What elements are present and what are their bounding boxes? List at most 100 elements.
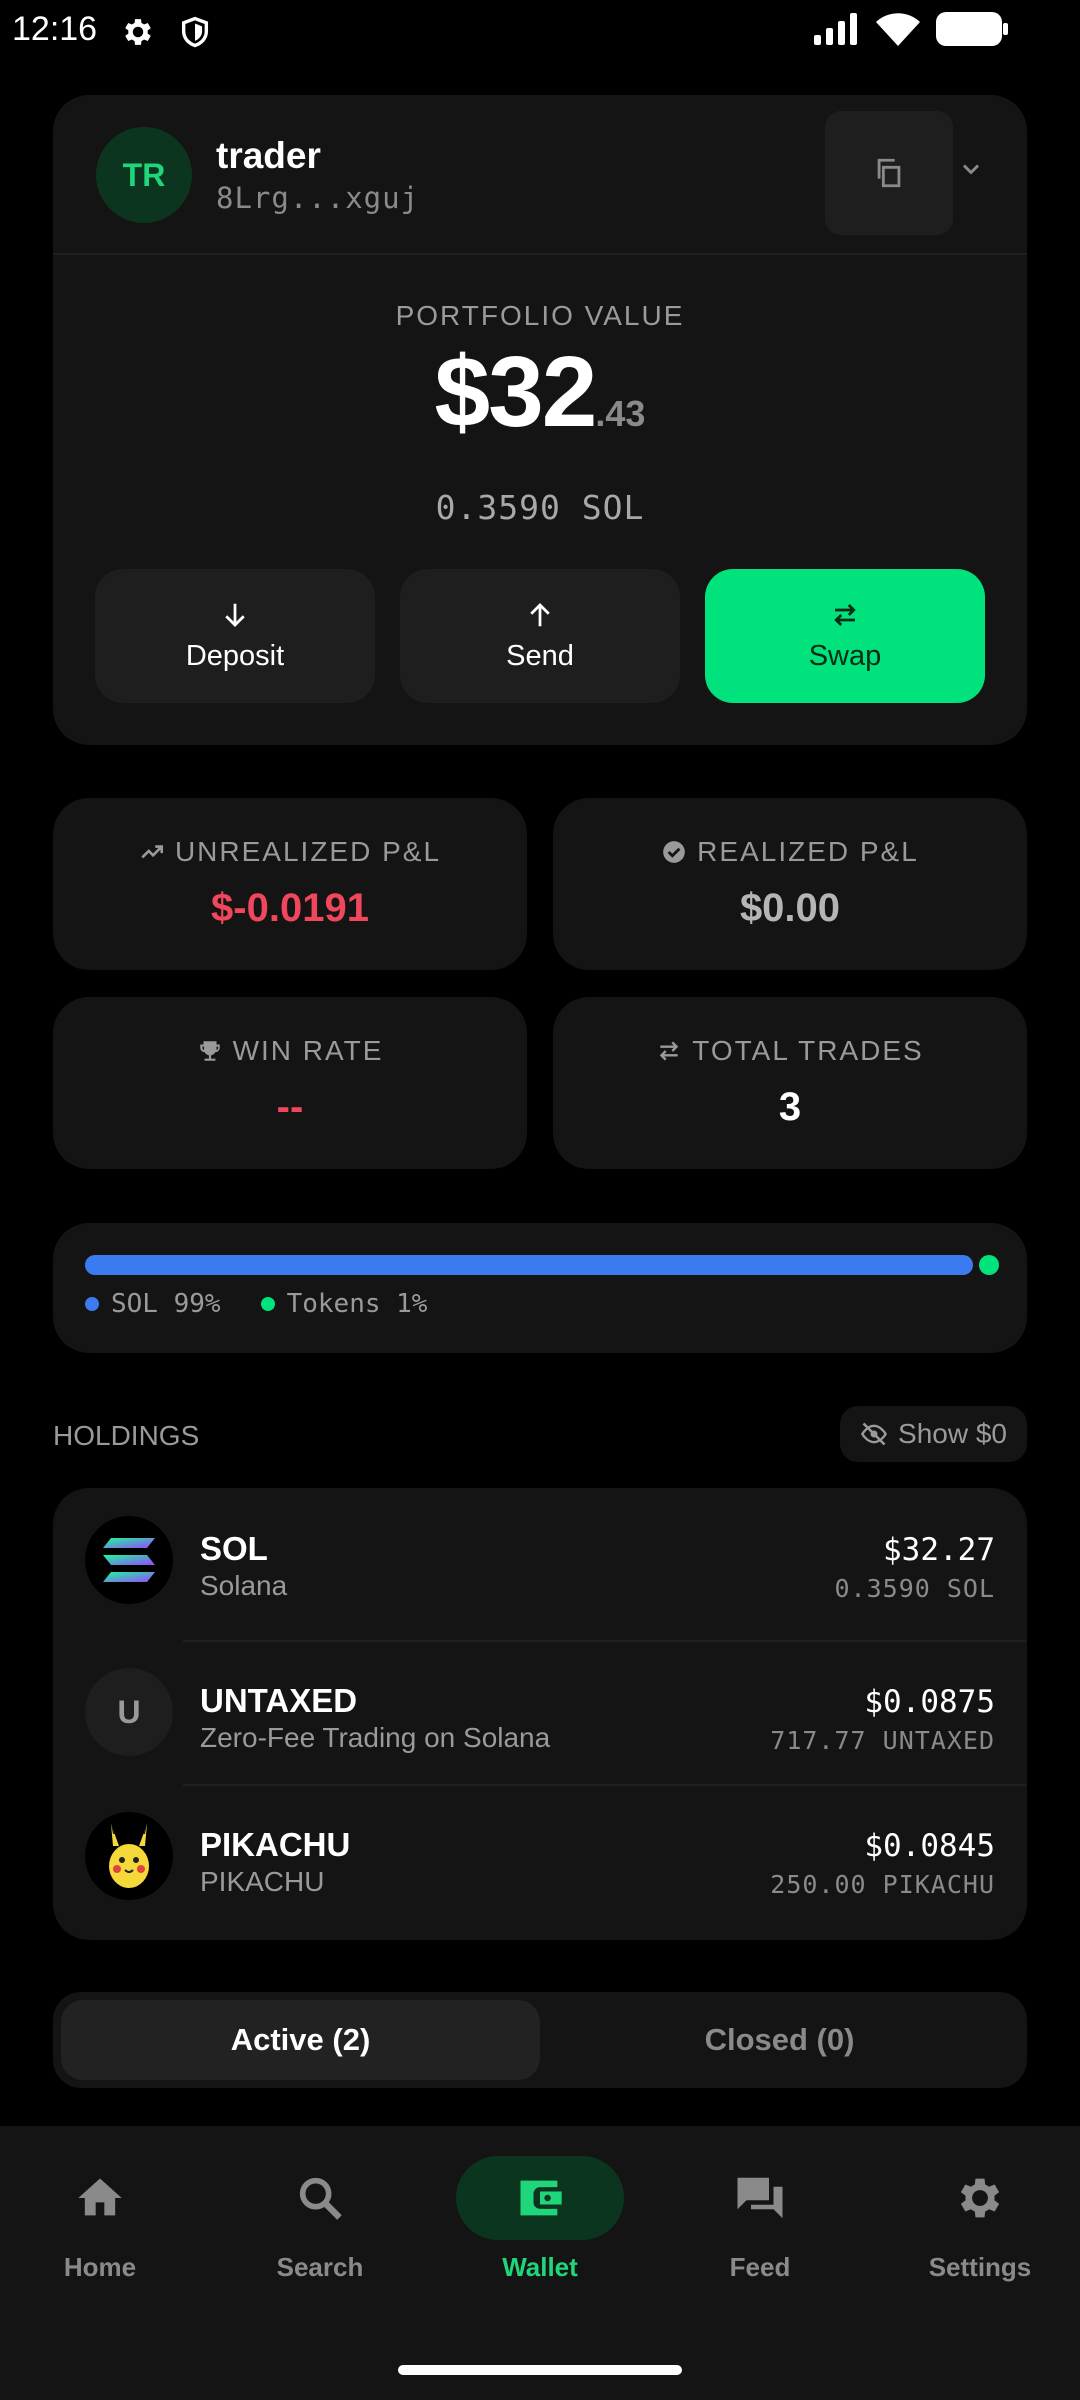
deposit-button[interactable]: Deposit [95, 569, 375, 703]
pikachu-icon [85, 1812, 173, 1900]
token-usd-value: $32.27 [883, 1532, 995, 1568]
unrealized-pnl-card: UNREALIZED P&L $-0.0191 [53, 798, 527, 970]
unrealized-pnl-value: $-0.0191 [211, 886, 369, 930]
copy-icon [877, 158, 901, 188]
chevron-down-icon [962, 164, 980, 175]
check-circle-icon [663, 841, 686, 863]
letter-icon: U [85, 1668, 173, 1756]
token-name: SOL [200, 1530, 268, 1567]
allocation-legend: SOL 99% Tokens 1% [85, 1289, 427, 1319]
unrealized-pnl-label: UNREALIZED P&L [174, 836, 442, 867]
win-rate-header: WIN RATE [53, 1035, 527, 1067]
total-trades-value: 3 [778, 1085, 802, 1129]
send-label: Send [506, 639, 574, 672]
token-usd-value: $0.0845 [864, 1828, 995, 1864]
token-name: PIKACHU [200, 1826, 351, 1863]
status-time: 12:16 [12, 10, 98, 48]
avatar: TR [96, 127, 192, 223]
holding-row-untaxed[interactable]: U UNTAXED Zero-Fee Trading on Solana $0.… [53, 1640, 1027, 1784]
token-name: UNTAXED [200, 1682, 358, 1719]
search-icon [236, 2156, 404, 2240]
copy-address-button[interactable] [825, 111, 953, 235]
allocation-bar-tokens [979, 1255, 999, 1275]
unrealized-pnl-header: UNREALIZED P&L [53, 836, 527, 868]
show-zero-label: Show $0 [898, 1418, 1007, 1449]
home-indicator[interactable] [398, 2365, 682, 2375]
row-divider [183, 1640, 1027, 1642]
deposit-label: Deposit [185, 639, 285, 672]
nav-wallet-label: Wallet [502, 2252, 578, 2282]
holdings-title: HOLDINGS [53, 1420, 200, 1451]
nav-home[interactable]: Home [10, 2156, 190, 2283]
account-switch-dropdown[interactable] [957, 155, 985, 188]
allocation-bar-sol [85, 1255, 973, 1275]
nav-search[interactable]: Search [230, 2156, 410, 2283]
token-subtitle: Solana [200, 1570, 288, 1601]
trending-up-icon [141, 845, 164, 859]
realized-pnl-label: REALIZED P&L [697, 836, 919, 867]
win-rate-label: WIN RATE [232, 1035, 384, 1066]
token-amount: 0.3590 SOL [834, 1574, 995, 1603]
holding-row-sol[interactable]: SOL Solana $32.27 0.3590 SOL [53, 1488, 1027, 1632]
battery-icon [936, 12, 1008, 51]
allocation-card: SOL 99% Tokens 1% [53, 1223, 1027, 1353]
wallet-icon [456, 2156, 624, 2240]
swap-button[interactable]: Swap [705, 569, 985, 703]
eye-off-icon [861, 1422, 888, 1446]
token-subtitle: PIKACHU [200, 1866, 325, 1897]
gear-icon [120, 14, 156, 55]
portfolio-label: PORTFOLIO VALUE [395, 300, 685, 331]
nav-feed[interactable]: Feed [670, 2156, 850, 2283]
gear-icon [896, 2156, 1064, 2240]
wallet-address: 8Lrg...xguj [216, 181, 420, 215]
swap-label: Swap [808, 639, 882, 672]
account-name: trader [216, 135, 321, 176]
portfolio-value-decimal: .43 [595, 393, 646, 434]
row-divider [183, 1784, 1027, 1786]
wifi-icon [876, 12, 920, 51]
tab-closed-positions[interactable]: Closed (0) [540, 2000, 1019, 2080]
send-button[interactable]: Send [400, 569, 680, 703]
signal-icon [814, 13, 860, 50]
nav-home-label: Home [63, 2252, 137, 2282]
legend-tokens: Tokens 1% [260, 1289, 428, 1319]
nav-wallet[interactable]: Wallet [450, 2156, 630, 2283]
swap-arrows-icon [659, 1041, 679, 1061]
token-amount: 250.00 PIKACHU [770, 1870, 995, 1899]
swap-arrows-icon [834, 603, 856, 626]
legend-sol-label: SOL 99% [111, 1289, 221, 1319]
tab-active-positions[interactable]: Active (2) [61, 2000, 540, 2080]
home-icon [16, 2156, 184, 2240]
positions-segmented-control: Active (2) Closed (0) [53, 1992, 1027, 2088]
tokens-dot-icon [260, 1297, 275, 1311]
trophy-icon [199, 1041, 220, 1061]
total-trades-label: TOTAL TRADES [692, 1035, 924, 1066]
legend-tokens-label: Tokens 1% [286, 1289, 428, 1319]
sol-dot-icon [85, 1297, 99, 1311]
account-card: TR trader 8Lrg...xguj PORTFOLIO VALUE $3… [53, 95, 1027, 745]
portfolio-value-integer: $32 [434, 336, 598, 448]
arrow-down-icon [225, 603, 245, 627]
shield-icon [178, 14, 212, 55]
nav-settings-label: Settings [928, 2252, 1032, 2282]
nav-feed-label: Feed [729, 2252, 791, 2282]
nav-settings[interactable]: Settings [890, 2156, 1070, 2283]
bottom-navigation: Home Search Wallet Feed Settings [0, 2126, 1080, 2400]
legend-sol: SOL 99% [85, 1289, 221, 1319]
win-rate-value: -- [276, 1085, 304, 1129]
account-header[interactable]: TR trader 8Lrg...xguj [53, 95, 1027, 255]
total-trades-header: TOTAL TRADES [553, 1035, 1027, 1067]
show-zero-toggle[interactable]: Show $0 [840, 1406, 1027, 1462]
status-bar: 12:16 [0, 0, 1080, 62]
holding-row-pikachu[interactable]: PIKACHU PIKACHU $0.0845 250.00 PIKACHU [53, 1784, 1027, 1928]
chat-bubbles-icon [676, 2156, 844, 2240]
realized-pnl-card: REALIZED P&L $0.00 [553, 798, 1027, 970]
portfolio-value: $32.43 [53, 335, 1027, 450]
total-trades-card: TOTAL TRADES 3 [553, 997, 1027, 1169]
portfolio-sol-value: 0.3590 SOL [435, 488, 645, 527]
win-rate-card: WIN RATE -- [53, 997, 527, 1169]
token-usd-value: $0.0875 [864, 1684, 995, 1720]
solana-logo-icon [85, 1516, 173, 1604]
realized-pnl-header: REALIZED P&L [553, 836, 1027, 868]
token-amount: 717.77 UNTAXED [770, 1726, 995, 1755]
